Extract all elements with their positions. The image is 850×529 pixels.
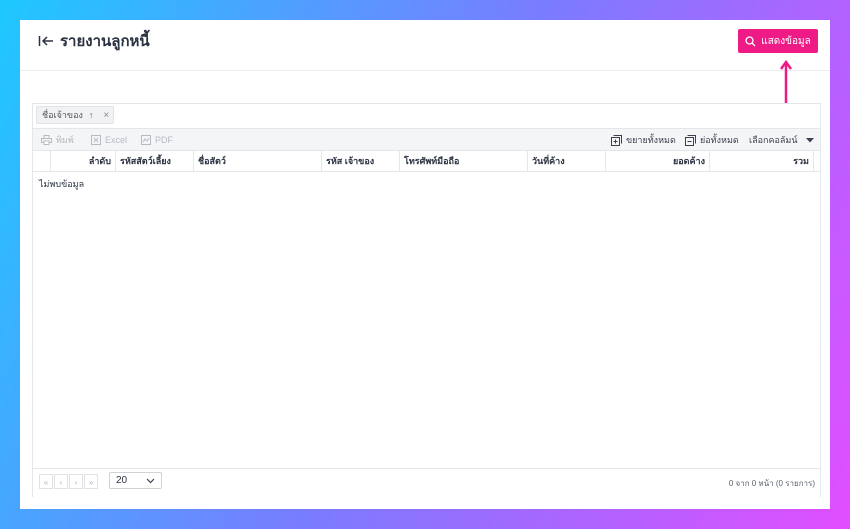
data-grid: ชื่อเจ้าของ ↑ × พิมพ์ Excel PDF ขยายทั้ง… bbox=[32, 103, 821, 497]
collapse-all-label: ย่อทั้งหมด bbox=[700, 135, 739, 145]
pdf-icon bbox=[141, 135, 151, 145]
print-label: พิมพ์ bbox=[56, 135, 74, 145]
pdf-button[interactable]: PDF bbox=[141, 133, 173, 147]
expand-all-icon bbox=[611, 134, 622, 146]
grid-toolbar: พิมพ์ Excel PDF ขยายทั้งหมด ย่อทั้งหมด เ… bbox=[33, 128, 820, 151]
column-header-pet-name[interactable]: ชื่อสัตว์ bbox=[194, 151, 322, 171]
column-header-total[interactable]: รวม bbox=[710, 151, 814, 171]
collapse-all-icon bbox=[685, 134, 696, 146]
expand-all-button[interactable]: ขยายทั้งหมด bbox=[611, 133, 676, 147]
last-page-button[interactable]: » bbox=[84, 474, 98, 489]
column-header-pet-code[interactable]: รหัสสัตว์เลี้ยง bbox=[116, 151, 194, 171]
header-divider bbox=[20, 70, 830, 71]
sort-asc-icon[interactable]: ↑ bbox=[89, 110, 94, 120]
show-data-button[interactable]: แสดงข้อมูล bbox=[738, 29, 818, 53]
group-panel: ชื่อเจ้าของ ↑ × bbox=[33, 104, 820, 128]
page-size-value: 20 bbox=[116, 475, 128, 486]
expand-all-label: ขยายทั้งหมด bbox=[626, 135, 676, 145]
show-data-label: แสดงข้อมูล bbox=[761, 35, 811, 47]
grid-footer: « ‹ › » 20 0 จาก 0 หน้า (0 รายการ) bbox=[33, 468, 820, 497]
expander-column-header bbox=[33, 151, 51, 171]
chevron-down-icon bbox=[146, 478, 155, 484]
page-size-select[interactable]: 20 bbox=[109, 472, 162, 489]
column-header-due-date[interactable]: วันที่ค้าง bbox=[528, 151, 606, 171]
column-header-mobile[interactable]: โทรศัพท์มือถือ bbox=[400, 151, 528, 171]
search-icon bbox=[745, 35, 756, 46]
column-header-index[interactable]: ลำดับ bbox=[51, 151, 116, 171]
printer-icon bbox=[41, 135, 52, 145]
collapse-all-button[interactable]: ย่อทั้งหมด bbox=[685, 133, 739, 147]
table-header: ลำดับ รหัสสัตว์เลี้ยง ชื่อสัตว์ รหัส เจ้… bbox=[33, 150, 820, 172]
print-button[interactable]: พิมพ์ bbox=[41, 133, 74, 147]
excel-button[interactable]: Excel bbox=[91, 133, 127, 147]
excel-icon bbox=[91, 135, 101, 145]
column-header-owner-code[interactable]: รหัส เจ้าของ bbox=[322, 151, 400, 171]
empty-message: ไม่พบข้อมูล bbox=[39, 179, 85, 189]
first-page-button[interactable]: « bbox=[39, 474, 53, 489]
column-header-outstanding[interactable]: ยอดค้าง bbox=[606, 151, 710, 171]
next-page-button[interactable]: › bbox=[69, 474, 83, 489]
choose-columns-label: เลือกคอลัมน์ bbox=[749, 135, 798, 145]
back-icon[interactable] bbox=[38, 34, 56, 50]
pdf-label: PDF bbox=[155, 135, 173, 145]
remove-group-icon[interactable]: × bbox=[103, 110, 109, 121]
prev-page-button[interactable]: ‹ bbox=[54, 474, 68, 489]
group-chip-owner[interactable]: ชื่อเจ้าของ ↑ × bbox=[36, 106, 114, 124]
annotation-arrow-icon bbox=[780, 60, 792, 106]
app-window: รายงานลูกหนี้ แสดงข้อมูล ชื่อเจ้าของ ↑ × bbox=[20, 20, 830, 509]
choose-columns-button[interactable]: เลือกคอลัมน์ bbox=[749, 133, 815, 147]
page-title: รายงานลูกหนี้ bbox=[60, 33, 150, 50]
page-info: 0 จาก 0 หน้า (0 รายการ) bbox=[728, 479, 815, 488]
group-chip-label: ชื่อเจ้าของ bbox=[42, 110, 83, 120]
page-header: รายงานลูกหนี้ แสดงข้อมูล bbox=[20, 20, 830, 71]
caret-down-icon bbox=[806, 138, 815, 143]
excel-label: Excel bbox=[105, 135, 128, 145]
